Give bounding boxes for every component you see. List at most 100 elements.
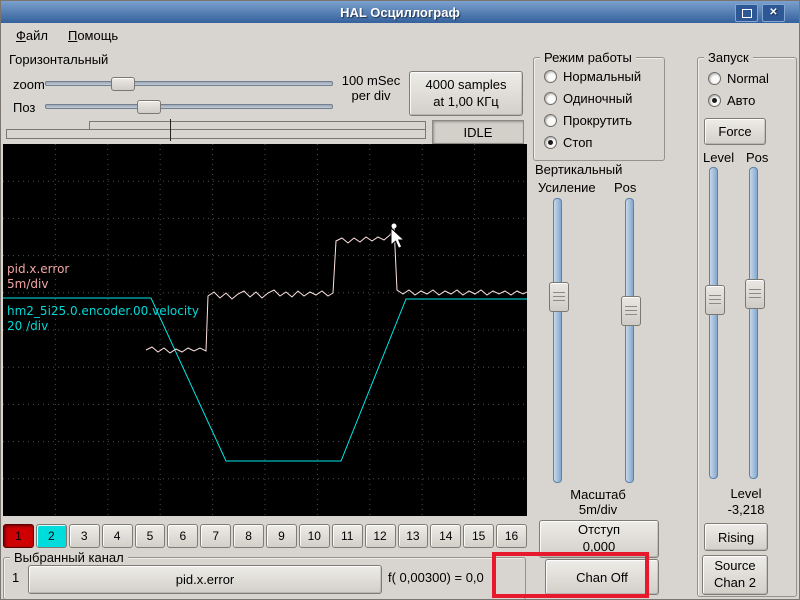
run-mode-title: Режим работы xyxy=(540,50,636,65)
trigger-normal-label: Normal xyxy=(727,70,769,86)
sample-rate-line1: 100 mSec xyxy=(341,73,401,88)
trigger-pos-slider[interactable] xyxy=(745,167,765,479)
channel-button-15[interactable]: 15 xyxy=(463,524,495,548)
force-button[interactable]: Force xyxy=(704,118,766,145)
close-button[interactable]: ✕ xyxy=(762,4,785,22)
trigger-source-line2: Chan 2 xyxy=(714,575,756,590)
channel-button-9[interactable]: 9 xyxy=(266,524,297,548)
run-mode-normal-label: Нормальный xyxy=(563,68,642,84)
channel-button-6[interactable]: 6 xyxy=(167,524,199,548)
samples-line1: 4000 samples xyxy=(425,76,507,92)
channel-button-12[interactable]: 12 xyxy=(364,524,396,548)
channel-button-7[interactable]: 7 xyxy=(200,524,232,548)
run-mode-single[interactable]: Одиночный xyxy=(544,90,632,106)
position-slider-track[interactable] xyxy=(45,104,333,109)
trigger-level-col-label: Level xyxy=(703,150,735,165)
trigger-source-button[interactable]: Source Chan 2 xyxy=(702,555,768,595)
menu-help[interactable]: Помощь xyxy=(59,26,127,45)
trigger-title: Запуск xyxy=(704,50,753,65)
trigger-level-slider[interactable] xyxy=(705,167,725,479)
radio-icon[interactable] xyxy=(544,135,557,149)
vertical-pos-slider[interactable] xyxy=(621,198,641,483)
scope-grid xyxy=(3,144,527,516)
record-preview-full[interactable] xyxy=(6,129,426,139)
channel-button-4[interactable]: 4 xyxy=(101,524,133,548)
scope-display[interactable]: pid.x.error 5m/div hm2_5i25.0.encoder.00… xyxy=(3,144,528,516)
titlebar[interactable]: HAL Осциллограф ✕ xyxy=(1,1,799,23)
channel-button-11[interactable]: 11 xyxy=(331,524,363,548)
samples-button[interactable]: 4000 samples at 1,00 КГц xyxy=(409,71,523,116)
selected-channel-title: Выбранный канал xyxy=(10,550,128,565)
halscope-window: HAL Осциллограф ✕ Файл Помощь Горизонтал… xyxy=(0,0,800,600)
trigger-pos-slider-track[interactable] xyxy=(749,167,758,479)
channel-button-2[interactable]: 2 xyxy=(35,524,67,548)
trigger-edge-button[interactable]: Rising xyxy=(704,523,768,551)
channel-source-button[interactable]: pid.x.error xyxy=(28,565,382,594)
run-mode-roll[interactable]: Прокрутить xyxy=(544,112,632,128)
gain-label: Усиление xyxy=(538,180,596,195)
channel-button-3[interactable]: 3 xyxy=(68,524,100,548)
radio-icon[interactable] xyxy=(544,69,557,83)
radio-icon[interactable] xyxy=(708,93,721,107)
capture-status: IDLE xyxy=(463,124,493,140)
run-mode-single-label: Одиночный xyxy=(563,90,633,106)
menu-file[interactable]: Файл xyxy=(7,26,57,45)
sample-rate-line2: per div xyxy=(351,88,391,103)
channel-button-13[interactable]: 13 xyxy=(397,524,429,548)
horizontal-section-title: Горизонтальный xyxy=(9,52,109,67)
trace-peak-marker xyxy=(391,223,397,229)
zoom-label: zoom xyxy=(13,77,45,92)
trigger-level-slider-thumb[interactable] xyxy=(705,285,725,315)
zoom-slider-thumb[interactable] xyxy=(111,77,135,91)
position-slider[interactable] xyxy=(45,97,333,115)
window-title: HAL Осциллограф xyxy=(340,4,460,20)
channel-button-16[interactable]: 16 xyxy=(496,524,527,548)
trigger-normal[interactable]: Normal xyxy=(708,70,769,86)
trigger-auto[interactable]: Авто xyxy=(708,92,755,108)
vertical-section-title: Вертикальный xyxy=(535,162,623,177)
ch2-scale-label: 20 /div xyxy=(7,319,48,333)
scope-traces xyxy=(3,225,528,462)
position-slider-thumb[interactable] xyxy=(137,100,161,114)
trigger-pos-slider-thumb[interactable] xyxy=(745,279,765,309)
channel-button-10[interactable]: 10 xyxy=(298,524,330,548)
channel-button-row: 1 2 3 4 5 6 7 8 9 10 11 12 13 14 15 16 xyxy=(3,524,527,548)
chan-off-button[interactable]: Chan Off xyxy=(545,559,659,595)
channel-button-8[interactable]: 8 xyxy=(233,524,264,548)
record-preview-marker xyxy=(170,119,171,141)
trigger-auto-label: Авто xyxy=(727,92,756,108)
gain-slider-track[interactable] xyxy=(553,198,562,483)
run-mode-stop-label: Стоп xyxy=(563,134,593,150)
zoom-slider[interactable] xyxy=(45,74,333,92)
close-icon: ✕ xyxy=(769,7,778,18)
run-mode-frame: Режим работы Нормальный Одиночный Прокру… xyxy=(533,50,665,161)
offset-button[interactable]: Отступ 0,000 xyxy=(539,520,659,558)
channel-button-1[interactable]: 1 xyxy=(3,524,34,548)
ch1-scale-label: 5m/div xyxy=(7,277,48,291)
radio-icon[interactable] xyxy=(544,91,557,105)
run-mode-stop[interactable]: Стоп xyxy=(544,134,592,150)
offset-line1: Отступ xyxy=(577,522,621,538)
zoom-slider-track[interactable] xyxy=(45,81,333,86)
trigger-level-caption: Level xyxy=(730,486,762,501)
trigger-level-slider-track[interactable] xyxy=(709,167,718,479)
radio-icon[interactable] xyxy=(544,113,557,127)
gain-slider[interactable] xyxy=(549,198,569,483)
offset-line2: 0,000 xyxy=(582,539,616,554)
vertical-pos-label: Pos xyxy=(614,180,637,195)
channel-button-14[interactable]: 14 xyxy=(430,524,462,548)
run-mode-normal[interactable]: Нормальный xyxy=(544,68,641,84)
radio-icon[interactable] xyxy=(708,71,721,85)
vertical-pos-slider-track[interactable] xyxy=(625,198,634,483)
trigger-pos-col-label: Pos xyxy=(746,150,769,165)
trigger-source-line1: Source xyxy=(714,558,756,574)
run-mode-roll-label: Прокрутить xyxy=(563,112,633,128)
vertical-pos-slider-thumb[interactable] xyxy=(621,296,641,326)
ch1-trace-label: pid.x.error xyxy=(7,262,69,276)
sample-rate-text: 100 mSec per div xyxy=(335,73,407,103)
channel-button-5[interactable]: 5 xyxy=(134,524,166,548)
gain-slider-thumb[interactable] xyxy=(549,282,569,312)
scale-caption: Масштаб xyxy=(570,487,626,502)
maximize-button[interactable] xyxy=(735,4,758,22)
mouse-cursor-icon xyxy=(390,226,406,249)
